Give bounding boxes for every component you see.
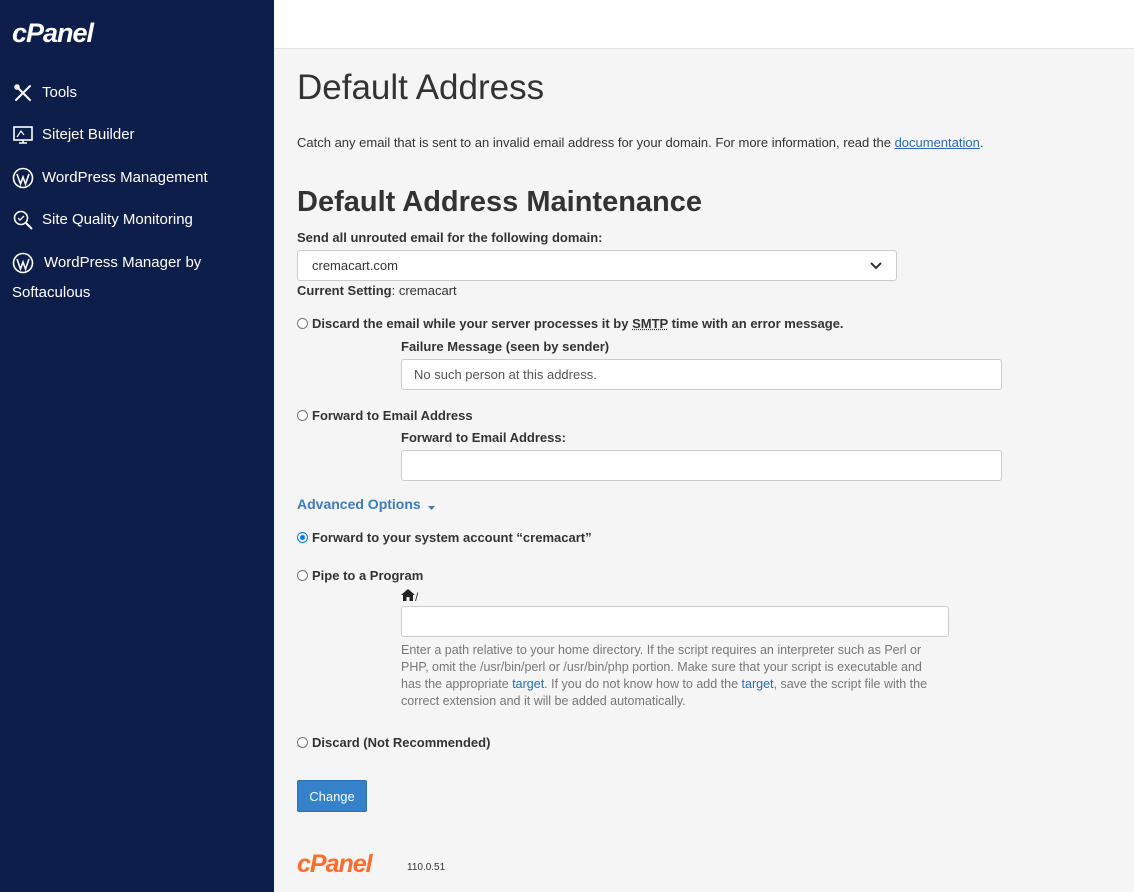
target-link[interactable]: target — [512, 677, 544, 691]
sidebar-item-wordpress-manager-softaculous[interactable]: WordPress Manager by — [12, 248, 201, 278]
tools-icon — [12, 82, 34, 104]
discard-error-label: Discard the email while your server proc… — [312, 316, 844, 331]
top-bar — [274, 0, 1134, 49]
section-title: Default Address Maintenance — [297, 186, 703, 218]
option-discard[interactable]: Discard (Not Recommended) — [297, 735, 490, 750]
domain-label: Send all unrouted email for the followin… — [297, 230, 603, 245]
pipe-radio[interactable] — [297, 570, 308, 581]
chevron-down-icon — [870, 258, 882, 273]
advanced-options-toggle[interactable]: Advanced Options — [297, 496, 435, 513]
pipe-help-text: Enter a path relative to your home direc… — [401, 643, 928, 708]
forward-email-input[interactable] — [401, 450, 1002, 481]
sidebar-item-sitejet[interactable]: Sitejet Builder — [12, 120, 135, 150]
sidebar-item-site-quality-monitoring[interactable]: Site Quality Monitoring — [12, 205, 193, 235]
forward-email-field-label: Forward to Email Address: — [401, 430, 566, 445]
path-slash: / — [415, 589, 419, 604]
page-title: Default Address — [297, 68, 545, 107]
option-discard-error[interactable]: Discard the email while your server proc… — [297, 316, 844, 331]
advanced-options-label: Advanced Options — [297, 496, 421, 512]
home-path-prefix: / — [401, 589, 418, 604]
failure-message-input[interactable]: No such person at this address. — [401, 359, 1002, 390]
forward-email-label: Forward to Email Address — [312, 408, 473, 423]
wordpress-icon — [12, 167, 34, 189]
documentation-link[interactable]: documentation — [895, 135, 980, 150]
monitoring-icon — [12, 209, 34, 231]
discard-radio[interactable] — [297, 737, 308, 748]
option-forward-system[interactable]: Forward to your system account “cremacar… — [297, 530, 592, 545]
intro-end: . — [979, 135, 984, 150]
forward-system-label: Forward to your system account “cremacar… — [312, 530, 592, 545]
cpanel-logo[interactable]: cPanel — [12, 18, 94, 49]
current-setting: Current Setting: cremacart — [297, 283, 457, 298]
intro-text: Catch any email that is sent to an inval… — [297, 135, 983, 150]
wordpress-icon — [12, 252, 34, 274]
sidebar-item-tools[interactable]: Tools — [12, 78, 77, 108]
sidebar-item-label: WordPress Manager by — [44, 254, 202, 271]
option-forward-email[interactable]: Forward to Email Address — [297, 408, 473, 423]
intro-body: Catch any email that is sent to an inval… — [297, 135, 895, 150]
sidebar-item-label: Site Quality Monitoring — [42, 211, 193, 228]
home-icon — [401, 589, 415, 604]
failure-message-label: Failure Message (seen by sender) — [401, 339, 610, 354]
sidebar-item-label: Softaculous — [12, 284, 91, 301]
sidebar-item-label: WordPress Management — [42, 169, 208, 186]
sidebar-item-label: Sitejet Builder — [42, 126, 135, 143]
sidebar-item-label: Tools — [42, 84, 78, 101]
pipe-label: Pipe to a Program — [312, 568, 424, 583]
discard-label: Discard (Not Recommended) — [312, 735, 491, 750]
footer-cpanel-logo: cPanel — [297, 850, 373, 878]
sidebar-item-label-continuation[interactable]: Softaculous — [12, 278, 90, 308]
current-setting-value: : cremacart — [391, 283, 457, 298]
sidebar-item-wordpress-management[interactable]: WordPress Management — [12, 163, 208, 193]
forward-system-radio[interactable] — [297, 532, 308, 543]
sitejet-icon — [12, 124, 34, 146]
forward-email-radio[interactable] — [297, 410, 308, 421]
target-link[interactable]: target — [742, 677, 774, 691]
smtp-abbr: SMTP — [632, 316, 668, 331]
caret-down-icon — [427, 497, 435, 513]
domain-select-value: cremacart.com — [312, 258, 398, 273]
domain-select[interactable]: cremacart.com — [297, 250, 897, 281]
option-pipe[interactable]: Pipe to a Program — [297, 568, 423, 583]
current-setting-label: Current Setting — [297, 283, 392, 298]
change-button[interactable]: Change — [297, 780, 367, 812]
discard-error-radio[interactable] — [297, 318, 308, 329]
sidebar: cPanel Tools Sitejet Builder WordPress M… — [0, 0, 274, 892]
pipe-path-input[interactable] — [401, 606, 949, 637]
version-text: 110.0.51 — [407, 862, 446, 873]
